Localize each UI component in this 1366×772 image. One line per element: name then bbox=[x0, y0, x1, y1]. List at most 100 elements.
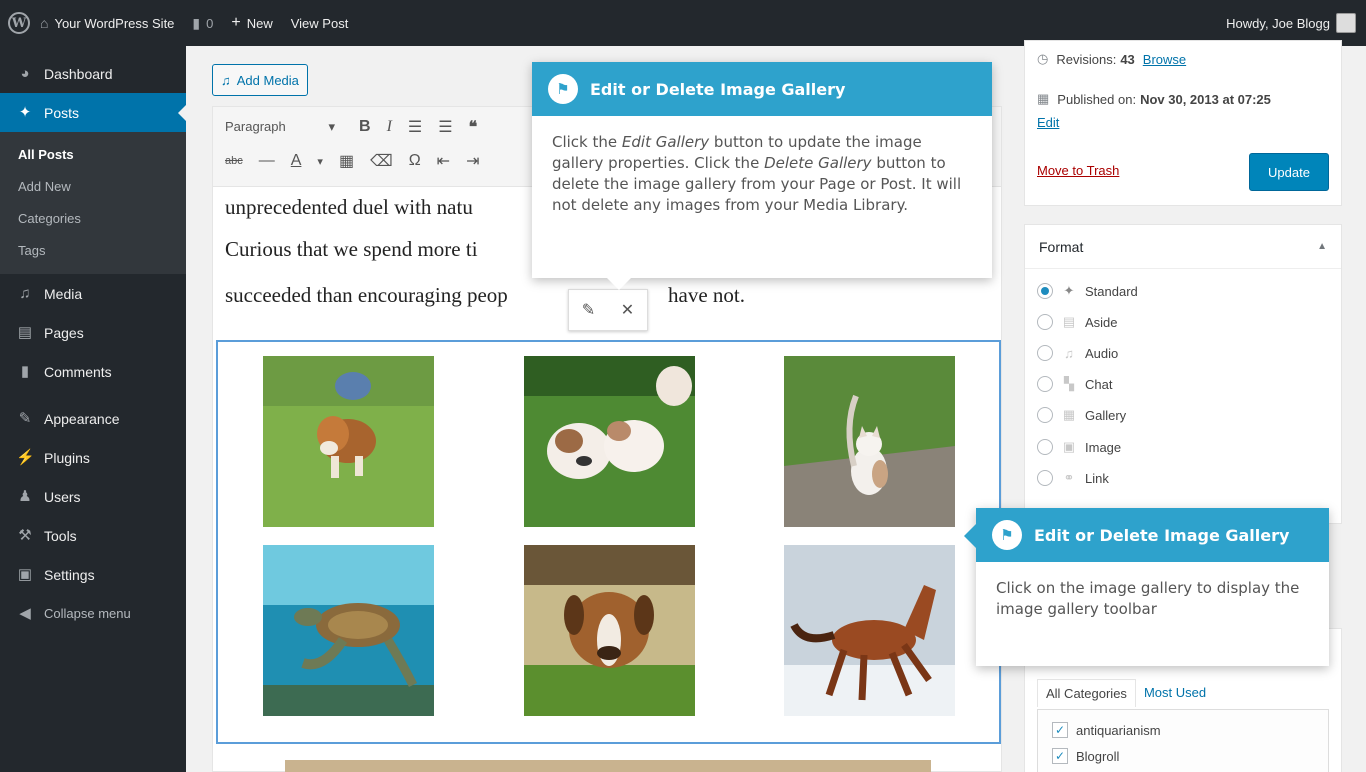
radio-button[interactable] bbox=[1037, 407, 1053, 423]
format-option-audio[interactable]: ♫ Audio bbox=[1037, 345, 1118, 361]
format-option-gallery[interactable]: ▦ Gallery bbox=[1037, 407, 1126, 423]
submenu-all-posts[interactable]: All Posts bbox=[0, 138, 186, 170]
tab-all-categories[interactable]: All Categories bbox=[1037, 679, 1136, 707]
published-date: Nov 30, 2013 at 07:25 bbox=[1140, 91, 1271, 107]
image-strip bbox=[285, 760, 931, 772]
menu-appearance[interactable]: ✎ Appearance bbox=[0, 399, 186, 438]
update-button[interactable]: Update bbox=[1249, 153, 1329, 191]
link-icon: ⚭ bbox=[1063, 470, 1075, 485]
bullet-list-icon[interactable]: ☰ bbox=[408, 117, 422, 137]
category-label: antiquarianism bbox=[1076, 722, 1161, 738]
edit-gallery-pencil-icon[interactable]: ✎ bbox=[582, 300, 595, 320]
submenu-add-new[interactable]: Add New bbox=[0, 170, 186, 202]
pointer-emphasis: Delete Gallery bbox=[764, 154, 872, 172]
submenu-tags[interactable]: Tags bbox=[0, 234, 186, 266]
horizontal-rule-icon[interactable]: — bbox=[259, 152, 275, 170]
radio-button[interactable] bbox=[1037, 439, 1053, 455]
comment-bubble-icon: ▮ bbox=[192, 15, 201, 31]
new-content-link[interactable]: + New bbox=[231, 15, 272, 31]
numbered-list-icon[interactable]: ☰ bbox=[438, 117, 452, 137]
menu-label: Pages bbox=[44, 324, 84, 341]
pointer-body: Click the Edit Gallery button to update … bbox=[532, 116, 992, 232]
strikethrough-icon[interactable]: abc bbox=[225, 155, 243, 167]
comments-link[interactable]: ▮ 0 bbox=[192, 16, 213, 31]
format-box-header[interactable]: Format ▲ bbox=[1025, 225, 1341, 269]
clear-formatting-icon[interactable]: ⌫ bbox=[370, 151, 393, 171]
menu-plugins[interactable]: ⚡ Plugins bbox=[0, 438, 186, 477]
gallery-image-boxer[interactable] bbox=[524, 545, 695, 716]
checkbox[interactable]: ✓ bbox=[1052, 748, 1068, 764]
site-name-link[interactable]: ⌂ Your WordPress Site bbox=[40, 16, 174, 31]
collapse-menu[interactable]: ◀ Collapse menu bbox=[0, 594, 186, 633]
new-label: New bbox=[246, 15, 273, 31]
howdy-text: Howdy, Joe Blogg bbox=[1226, 15, 1330, 31]
category-item[interactable]: ✓ antiquarianism bbox=[1052, 722, 1161, 738]
menu-media[interactable]: ♫ Media bbox=[0, 274, 186, 313]
browse-revisions-link[interactable]: Browse bbox=[1143, 52, 1186, 67]
menu-posts[interactable]: ✦ Posts bbox=[0, 93, 186, 132]
chevron-down-icon[interactable]: ▾ bbox=[317, 155, 323, 168]
pointer-text: Click the bbox=[552, 133, 622, 151]
avatar bbox=[1336, 13, 1356, 33]
paste-text-icon[interactable]: ▦ bbox=[339, 151, 354, 171]
text-color-icon[interactable]: A bbox=[291, 152, 302, 170]
gallery-image-bulldogs[interactable] bbox=[524, 356, 695, 527]
menu-comments[interactable]: ▮ Comments bbox=[0, 352, 186, 391]
format-option-link[interactable]: ⚭ Link bbox=[1037, 470, 1109, 486]
special-character-icon[interactable]: Ω bbox=[409, 152, 421, 170]
menu-tools[interactable]: ⚒ Tools bbox=[0, 516, 186, 555]
image-gallery[interactable] bbox=[216, 340, 1001, 744]
edit-date-link[interactable]: Edit bbox=[1037, 115, 1059, 130]
revisions-count: 43 bbox=[1120, 51, 1135, 67]
format-select[interactable]: Paragraph ▾ bbox=[225, 119, 335, 135]
flag-icon: ⚑ bbox=[992, 520, 1022, 550]
format-option-chat[interactable]: ▚ Chat bbox=[1037, 376, 1112, 392]
indent-icon[interactable]: ⇥ bbox=[466, 151, 479, 171]
format-option-label: Standard bbox=[1085, 283, 1138, 299]
menu-dashboard[interactable]: ◕ Dashboard bbox=[0, 54, 186, 93]
radio-button[interactable] bbox=[1037, 283, 1053, 299]
format-box: Format ▲ ✦ Standard ▤ Aside ♫ Audio ▚ Ch… bbox=[1024, 224, 1342, 524]
submenu-categories[interactable]: Categories bbox=[0, 202, 186, 234]
gallery-image-horse[interactable] bbox=[784, 545, 955, 716]
site-name: Your WordPress Site bbox=[54, 15, 175, 31]
radio-button[interactable] bbox=[1037, 345, 1053, 361]
gallery-image-turtle[interactable] bbox=[263, 545, 434, 716]
menu-settings[interactable]: ▣ Settings bbox=[0, 555, 186, 594]
format-select-value: Paragraph bbox=[225, 119, 286, 134]
format-option-aside[interactable]: ▤ Aside bbox=[1037, 314, 1118, 330]
italic-icon[interactable]: I bbox=[387, 118, 392, 136]
category-item[interactable]: ✓ Blogroll bbox=[1052, 748, 1119, 764]
move-to-trash-link[interactable]: Move to Trash bbox=[1037, 163, 1119, 178]
add-media-button[interactable]: ♫ Add Media bbox=[212, 64, 308, 96]
menu-users[interactable]: ♟ Users bbox=[0, 477, 186, 516]
radio-button[interactable] bbox=[1037, 470, 1053, 486]
pointer-header: ⚑ Edit or Delete Image Gallery bbox=[532, 62, 992, 116]
gallery-image-beagle[interactable] bbox=[263, 356, 434, 527]
checkbox[interactable]: ✓ bbox=[1052, 722, 1068, 738]
delete-gallery-close-icon[interactable]: ✕ bbox=[621, 300, 634, 320]
users-icon: ♟ bbox=[18, 488, 32, 505]
radio-button[interactable] bbox=[1037, 376, 1053, 392]
dashboard-icon: ◕ bbox=[20, 65, 30, 82]
outdent-icon[interactable]: ⇤ bbox=[437, 151, 450, 171]
format-option-image[interactable]: ▣ Image bbox=[1037, 439, 1121, 455]
gallery-image-kitten[interactable] bbox=[784, 356, 955, 527]
menu-label: Comments bbox=[44, 363, 112, 380]
posts-submenu: All Posts Add New Categories Tags bbox=[0, 132, 186, 274]
category-tabs: All Categories Most Used bbox=[1037, 679, 1214, 707]
paintbrush-icon: ✎ bbox=[18, 410, 32, 427]
radio-button[interactable] bbox=[1037, 314, 1053, 330]
chevron-down-icon: ▾ bbox=[328, 119, 335, 134]
collapse-arrow-icon[interactable]: ▲ bbox=[1317, 241, 1327, 252]
wordpress-logo-icon[interactable]: W bbox=[8, 12, 30, 34]
tab-most-used[interactable]: Most Used bbox=[1136, 679, 1214, 707]
bold-icon[interactable]: B bbox=[359, 118, 371, 136]
plugin-icon: ⚡ bbox=[16, 449, 35, 466]
view-post-link[interactable]: View Post bbox=[291, 16, 349, 31]
menu-pages[interactable]: ▤ Pages bbox=[0, 313, 186, 352]
blockquote-icon[interactable]: ❝ bbox=[469, 117, 478, 137]
page-icon: ▤ bbox=[17, 324, 33, 341]
menu-label: Plugins bbox=[44, 449, 90, 466]
format-option-standard[interactable]: ✦ Standard bbox=[1037, 283, 1138, 299]
